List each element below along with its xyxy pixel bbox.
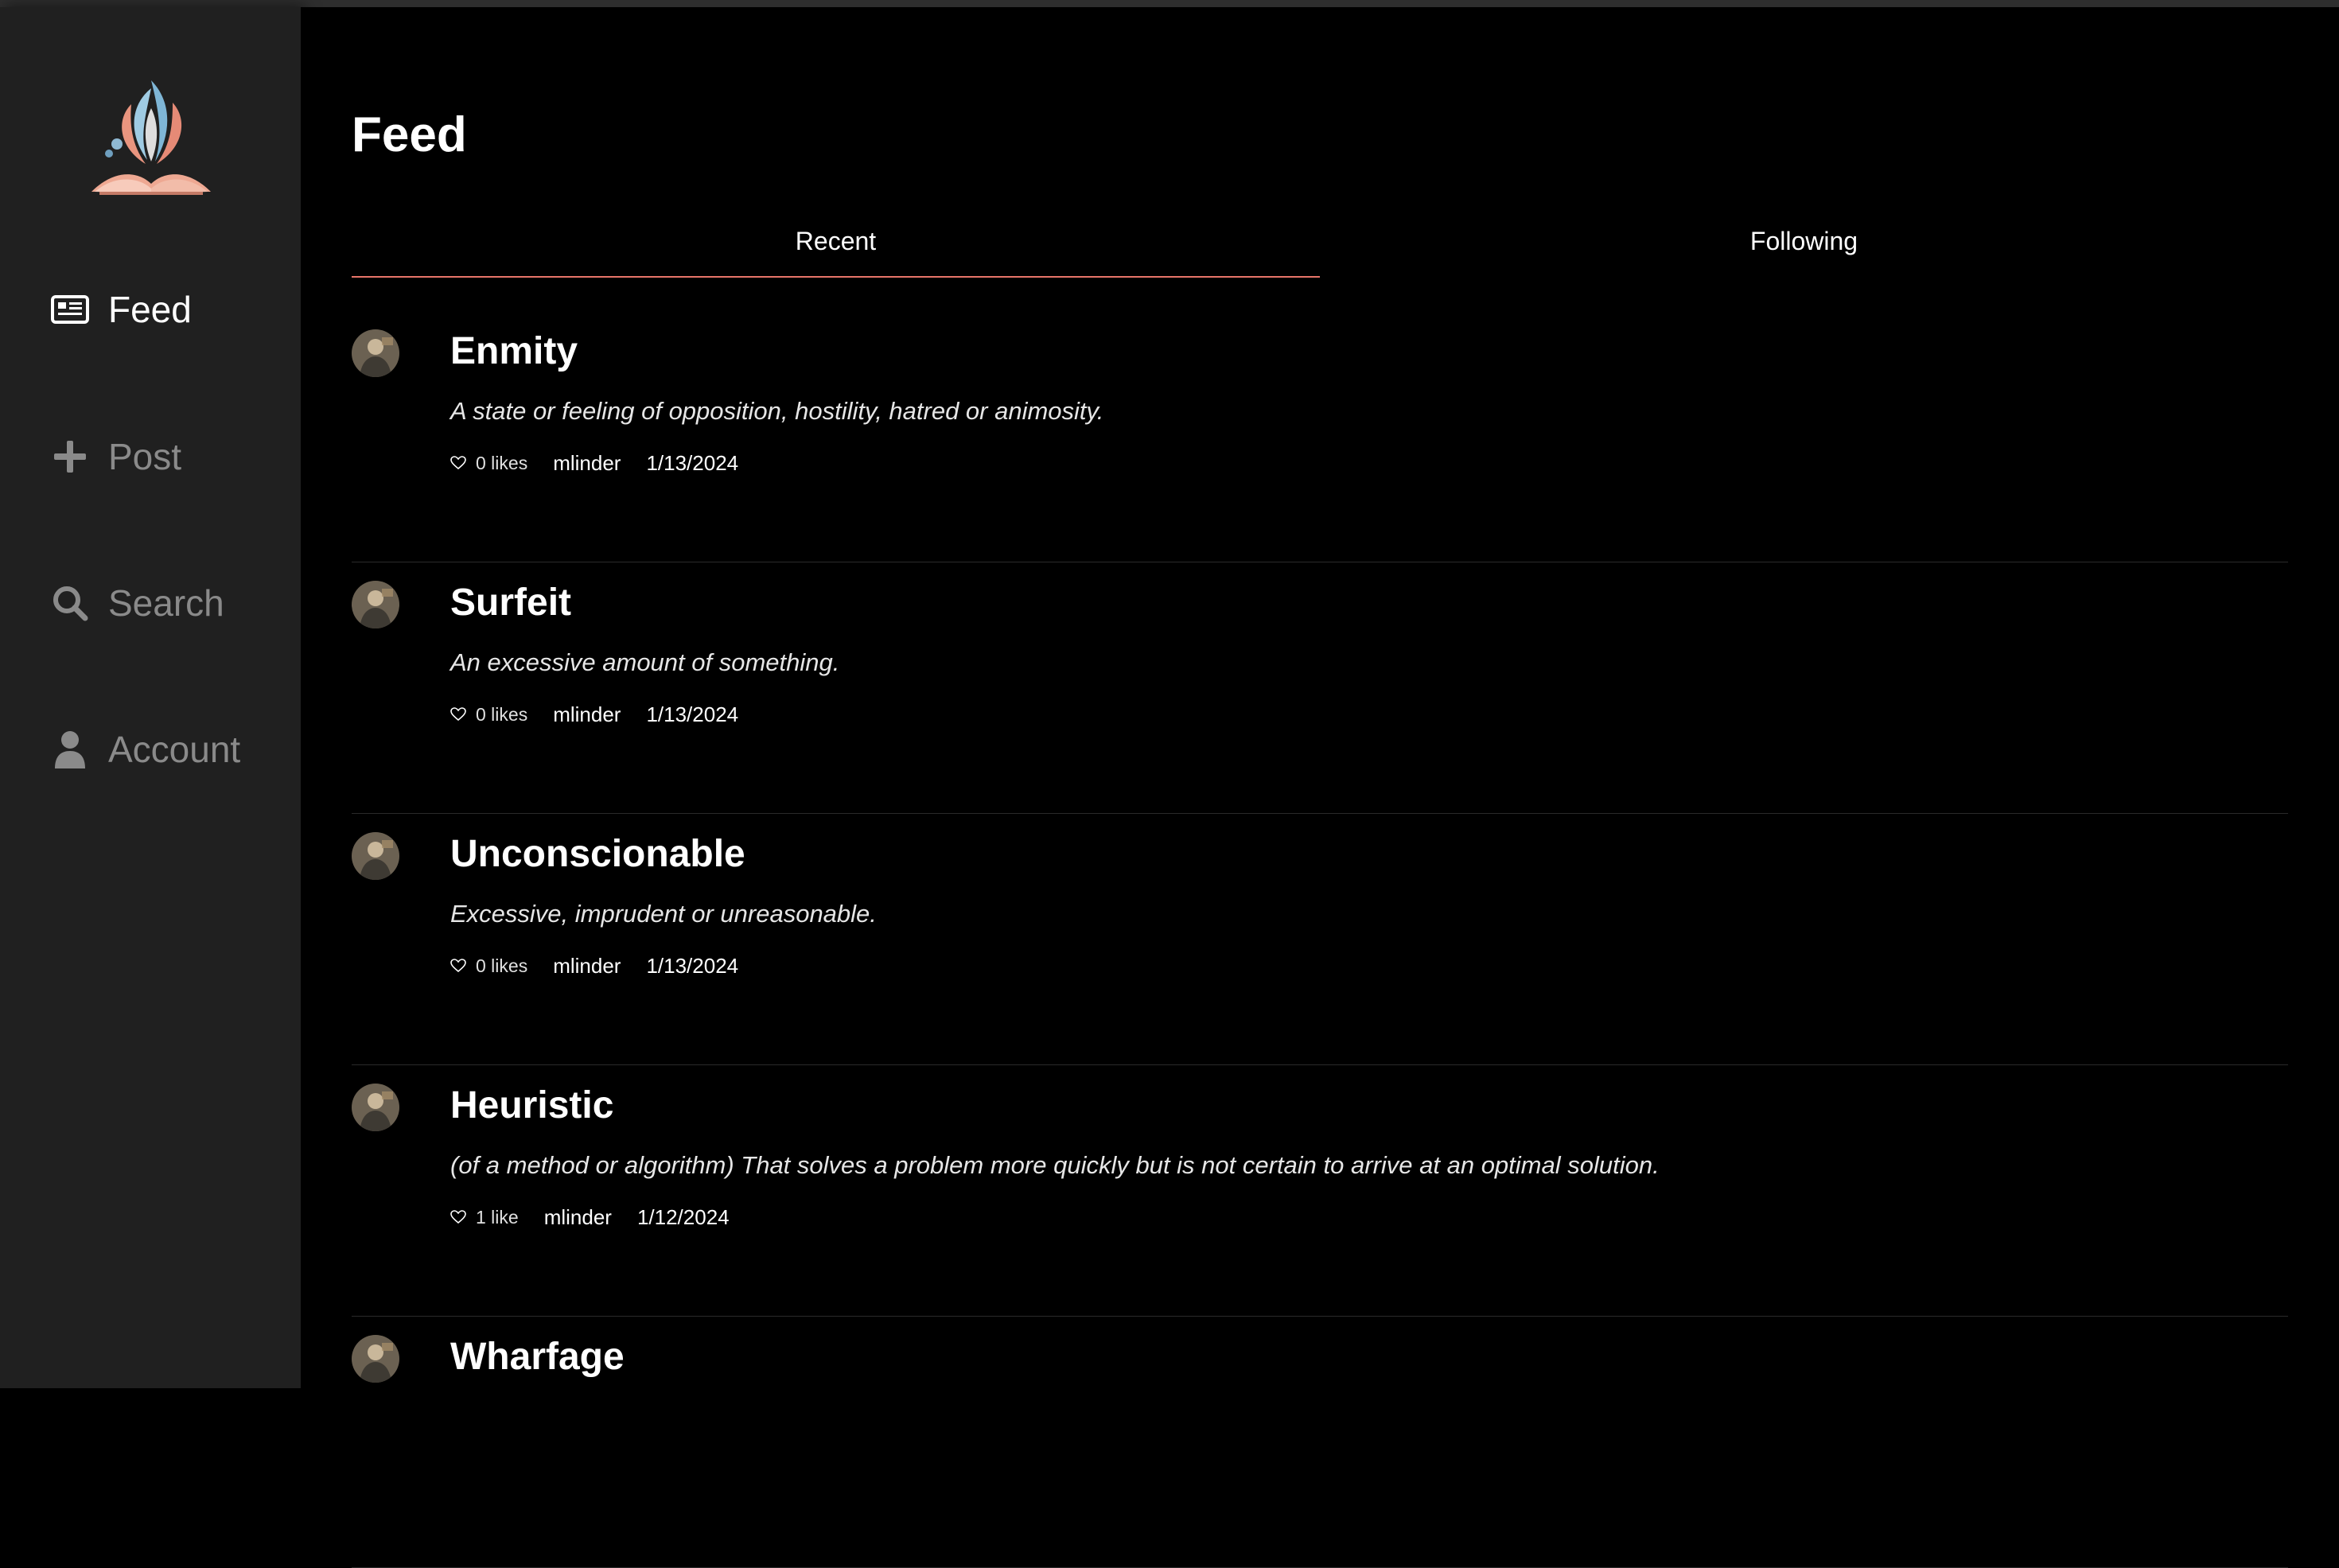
sidebar-item-label: Feed — [108, 289, 192, 330]
post-definition: An excessive amount of something. — [450, 648, 840, 676]
post-date: 1/12/2024 — [636, 1205, 730, 1229]
avatar[interactable] — [352, 581, 399, 628]
like-button[interactable]: 0 likes — [450, 702, 553, 727]
list-item: Heuristic (of a method or algorithm) Tha… — [352, 1065, 2288, 1317]
list-item: Enmity A state or feeling of opposition,… — [352, 311, 2288, 562]
avatar[interactable] — [352, 329, 399, 377]
like-button[interactable]: 0 likes — [450, 954, 553, 979]
list-item: Surfeit An excessive amount of something… — [352, 562, 2288, 814]
feed-tabs: Recent Following — [352, 214, 2288, 279]
post-date: 1/13/2024 — [646, 451, 739, 475]
post-author[interactable]: mlinder — [544, 1205, 612, 1230]
heart-icon — [450, 954, 476, 979]
post-meta: 1 like mlinder 1/12/2024 — [450, 1205, 730, 1230]
post-author[interactable]: mlinder — [553, 702, 621, 727]
post-word[interactable]: Enmity — [450, 329, 578, 375]
post-word[interactable]: Unconscionable — [450, 831, 745, 877]
post-date: 1/13/2024 — [646, 702, 739, 726]
user-icon — [48, 727, 92, 772]
post-word[interactable]: Surfeit — [450, 580, 571, 626]
post-meta: 0 likes mlinder 1/13/2024 — [450, 451, 738, 476]
list-item: Unconscionable Excessive, imprudent or u… — [352, 814, 2288, 1065]
post-definition: (of a method or algorithm) That solves a… — [450, 1151, 1660, 1179]
window-top-bar — [0, 0, 2339, 7]
post-author[interactable]: mlinder — [553, 451, 621, 476]
post-word[interactable]: Wharfage — [450, 1334, 625, 1380]
likes-count: 0 likes — [476, 453, 528, 473]
sidebar-item-account[interactable]: Account — [48, 718, 286, 781]
book-flame-logo[interactable] — [84, 72, 219, 200]
likes-count: 0 likes — [476, 704, 528, 725]
page-title: Feed — [352, 107, 467, 162]
sidebar-item-feed[interactable]: Feed — [48, 278, 286, 341]
post-author[interactable]: mlinder — [553, 954, 621, 979]
like-button[interactable]: 1 like — [450, 1205, 544, 1230]
search-icon — [48, 581, 92, 625]
heart-icon — [450, 1205, 476, 1230]
sidebar: Feed Post Search Account — [0, 7, 301, 1388]
sidebar-item-post[interactable]: Post — [48, 425, 286, 488]
likes-count: 0 likes — [476, 955, 528, 976]
post-meta: 0 likes mlinder 1/13/2024 — [450, 702, 738, 727]
post-word[interactable]: Heuristic — [450, 1083, 613, 1129]
like-button[interactable]: 0 likes — [450, 451, 553, 476]
feed-list: Enmity A state or feeling of opposition,… — [352, 311, 2288, 1568]
heart-icon — [450, 451, 476, 476]
tab-following[interactable]: Following — [1320, 214, 2288, 278]
post-date: 1/13/2024 — [646, 954, 739, 978]
post-meta: 0 likes mlinder 1/13/2024 — [450, 954, 738, 979]
avatar[interactable] — [352, 1335, 399, 1383]
plus-icon — [48, 434, 92, 479]
post-definition: Excessive, imprudent or unreasonable. — [450, 900, 877, 928]
sidebar-item-label: Post — [108, 436, 182, 477]
list-item: Wharfage — [352, 1317, 2288, 1568]
sidebar-item-label: Account — [108, 729, 241, 770]
avatar[interactable] — [352, 832, 399, 880]
tab-recent[interactable]: Recent — [352, 214, 1320, 278]
sidebar-item-label: Search — [108, 582, 224, 624]
heart-icon — [450, 702, 476, 727]
likes-count: 1 like — [476, 1207, 519, 1228]
avatar[interactable] — [352, 1084, 399, 1131]
post-definition: A state or feeling of opposition, hostil… — [450, 397, 1104, 425]
sidebar-item-search[interactable]: Search — [48, 571, 286, 635]
newspaper-icon — [48, 287, 92, 332]
